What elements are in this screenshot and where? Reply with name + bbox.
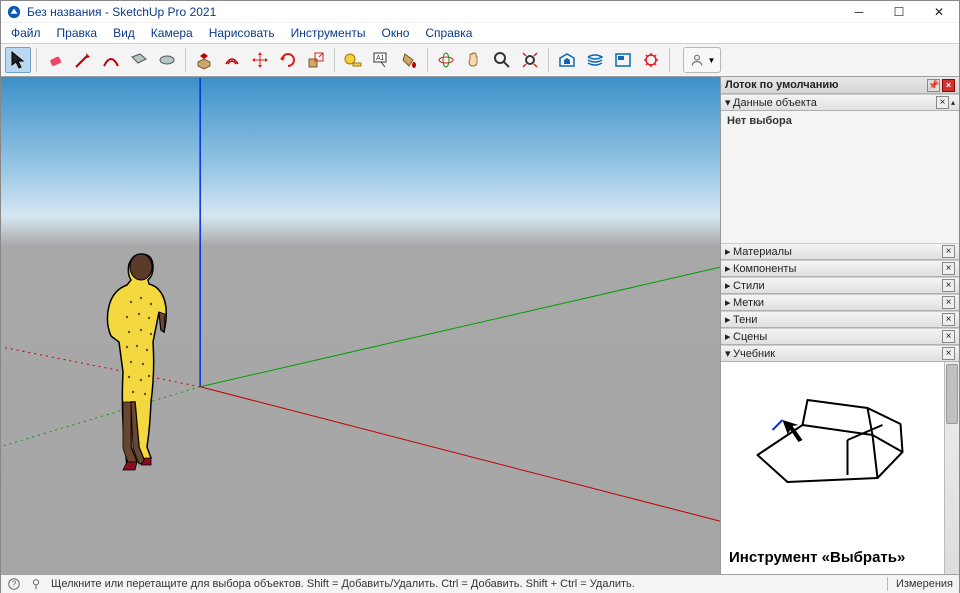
- tool-rect[interactable]: [126, 47, 152, 73]
- panel-entity-close[interactable]: ×: [936, 96, 949, 109]
- panel-entity-info[interactable]: ▾Данные объекта×▴: [721, 94, 959, 111]
- tray-pin-icon[interactable]: 📌: [927, 79, 940, 92]
- menu-camera[interactable]: Камера: [143, 23, 201, 43]
- panel-shadows[interactable]: ▸Тени×: [721, 311, 959, 328]
- panel-close[interactable]: ×: [942, 262, 955, 275]
- tool-paint[interactable]: [396, 47, 422, 73]
- close-button[interactable]: ✕: [919, 1, 959, 23]
- panel-label: Сцены: [733, 331, 767, 343]
- tray-close-icon[interactable]: ×: [942, 79, 955, 92]
- tool-circle[interactable]: [154, 47, 180, 73]
- tool-zoom-extents[interactable]: [517, 47, 543, 73]
- panel-materials[interactable]: ▸Материалы×: [721, 243, 959, 260]
- instructor-graphic: [729, 370, 936, 510]
- tool-select[interactable]: [5, 47, 31, 73]
- panel-entity-label: Данные объекта: [733, 97, 817, 109]
- user-account-button[interactable]: ▼: [683, 47, 721, 73]
- tool-ext-manager[interactable]: [638, 47, 664, 73]
- tool-offset[interactable]: [219, 47, 245, 73]
- tool-ext-warehouse[interactable]: [582, 47, 608, 73]
- tool-3d-warehouse[interactable]: [554, 47, 580, 73]
- menu-tools[interactable]: Инструменты: [283, 23, 374, 43]
- tool-eraser[interactable]: [42, 47, 68, 73]
- panel-entity-body: Нет выбора: [721, 111, 959, 243]
- panel-close[interactable]: ×: [942, 330, 955, 343]
- panel-scenes[interactable]: ▸Сцены×: [721, 328, 959, 345]
- tool-zoom[interactable]: [489, 47, 515, 73]
- instructor-title: Инструмент «Выбрать»: [729, 550, 936, 567]
- default-tray: Лоток по умолчанию 📌× ▾Данные объекта×▴ …: [721, 77, 959, 574]
- tool-orbit[interactable]: [433, 47, 459, 73]
- panel-label: Стили: [733, 280, 765, 292]
- tool-line[interactable]: [70, 47, 96, 73]
- window-title: Без названия - SketchUp Pro 2021: [27, 5, 839, 19]
- instructor-panel: Инструмент «Выбрать»: [721, 362, 959, 574]
- title-bar: Без названия - SketchUp Pro 2021 ─ ☐ ✕: [1, 1, 959, 23]
- menu-file[interactable]: Файл: [3, 23, 49, 43]
- menu-bar: Файл Правка Вид Камера Нарисовать Инстру…: [1, 23, 959, 43]
- tool-pushpull[interactable]: [191, 47, 217, 73]
- maximize-button[interactable]: ☐: [879, 1, 919, 23]
- main-toolbar: A1 ▼: [1, 43, 959, 77]
- panel-label: Учебник: [733, 348, 775, 360]
- tool-move[interactable]: [247, 47, 273, 73]
- panel-close[interactable]: ×: [942, 296, 955, 309]
- measurements-label: Измерения: [896, 578, 953, 590]
- tool-layout[interactable]: [610, 47, 636, 73]
- scale-figure: [101, 252, 181, 477]
- minimize-button[interactable]: ─: [839, 1, 879, 23]
- panel-label: Материалы: [733, 246, 792, 258]
- menu-draw[interactable]: Нарисовать: [201, 23, 283, 43]
- panel-close[interactable]: ×: [942, 347, 955, 360]
- model-viewport[interactable]: [1, 77, 721, 574]
- panel-label: Компоненты: [733, 263, 796, 275]
- menu-view[interactable]: Вид: [105, 23, 143, 43]
- tool-text[interactable]: A1: [368, 47, 394, 73]
- panel-tags[interactable]: ▸Метки×: [721, 294, 959, 311]
- panel-styles[interactable]: ▸Стили×: [721, 277, 959, 294]
- tool-rotate[interactable]: [275, 47, 301, 73]
- status-hint: Щелкните или перетащите для выбора объек…: [51, 578, 879, 590]
- panel-label: Метки: [733, 297, 764, 309]
- svg-text:A1: A1: [376, 55, 385, 62]
- status-bar: ? Щелкните или перетащите для выбора объ…: [1, 574, 959, 593]
- instructor-scrollbar[interactable]: [944, 362, 959, 574]
- menu-edit[interactable]: Правка: [49, 23, 106, 43]
- help-icon[interactable]: ?: [7, 577, 21, 591]
- tool-pan[interactable]: [461, 47, 487, 73]
- tool-tape[interactable]: [340, 47, 366, 73]
- tray-header[interactable]: Лоток по умолчанию 📌×: [721, 77, 959, 94]
- panel-label: Тени: [733, 314, 757, 326]
- panel-close[interactable]: ×: [942, 279, 955, 292]
- geo-icon[interactable]: [29, 577, 43, 591]
- panel-close[interactable]: ×: [942, 245, 955, 258]
- panel-close[interactable]: ×: [942, 313, 955, 326]
- menu-help[interactable]: Справка: [417, 23, 480, 43]
- tool-arc[interactable]: [98, 47, 124, 73]
- panel-instructor[interactable]: ▾Учебник×: [721, 345, 959, 362]
- tray-title: Лоток по умолчанию: [725, 79, 839, 91]
- app-icon: [7, 5, 21, 19]
- panel-components[interactable]: ▸Компоненты×: [721, 260, 959, 277]
- menu-window[interactable]: Окно: [373, 23, 417, 43]
- svg-text:?: ?: [12, 580, 17, 589]
- tool-scale[interactable]: [303, 47, 329, 73]
